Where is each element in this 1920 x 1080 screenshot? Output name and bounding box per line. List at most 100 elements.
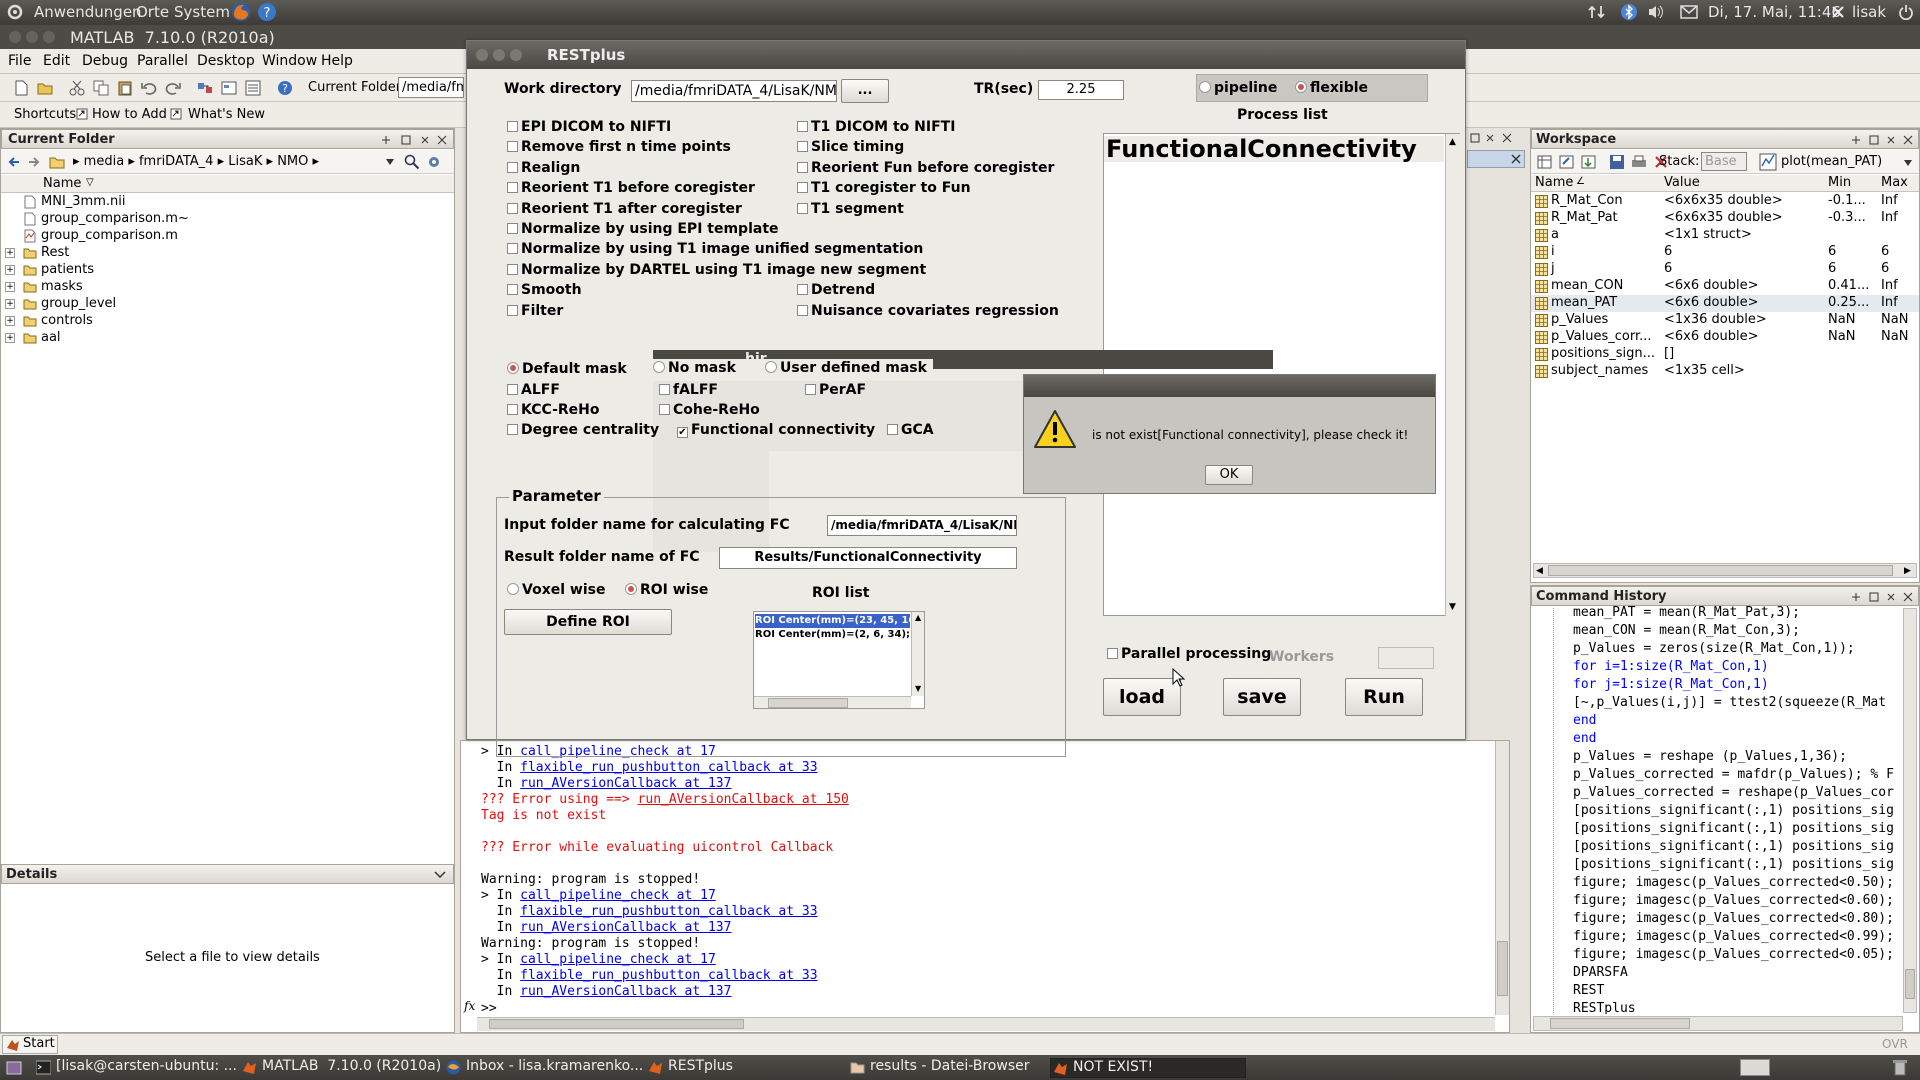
history-item[interactable]: p_Values_corrected = mafdr(p_Values); % … — [1573, 766, 1894, 784]
crumb[interactable]: media — [84, 154, 125, 169]
list-item[interactable]: group_comparison.m — [1, 228, 451, 245]
workspace-switcher[interactable] — [1740, 1059, 1770, 1076]
window-buttons[interactable] — [475, 48, 527, 62]
window-buttons[interactable] — [8, 30, 60, 44]
callback-link[interactable]: call_pipeline_check at 17 — [520, 952, 716, 967]
scroll-thumb[interactable] — [768, 698, 848, 708]
forward-icon[interactable] — [27, 155, 41, 169]
preprocess-checkbox[interactable]: EPI DICOM to NIFTI — [507, 119, 671, 135]
metric-falff[interactable]: fALFF — [659, 382, 718, 398]
preprocess-checkbox[interactable]: Slice timing — [797, 139, 904, 155]
history-item[interactable]: p_Values = zeros(size(R_Mat_Con,1)); — [1573, 640, 1855, 658]
scroll-down-icon[interactable]: ▼ — [1449, 602, 1456, 612]
panel-controls-icon[interactable] — [380, 134, 450, 146]
callback-link[interactable]: run_AVersionCallback at 137 — [520, 984, 731, 999]
parallel-processing-checkbox[interactable]: Parallel processing — [1107, 646, 1271, 662]
help-icon[interactable]: ? — [256, 1, 278, 23]
col-min[interactable]: Min — [1828, 175, 1851, 190]
history-item[interactable]: [positions_significant(:,1) positions_si… — [1573, 820, 1894, 838]
col-value[interactable]: Value — [1664, 175, 1700, 190]
expand-icon[interactable]: + — [5, 333, 15, 343]
redo-icon[interactable] — [164, 79, 182, 97]
callback-link[interactable]: flaxible_run_pushbutton_callback at 33 — [520, 968, 817, 983]
task-not-exist[interactable]: NOT EXIST! — [1050, 1058, 1246, 1078]
save-workspace-icon[interactable] — [1609, 154, 1625, 170]
task-thunderbird[interactable]: Inbox - lisa.kramarenko... — [444, 1058, 643, 1078]
load-button[interactable]: load — [1103, 678, 1181, 716]
expand-icon[interactable]: + — [5, 282, 15, 292]
roi-list[interactable]: ROI Center(mm)=(23, 45, 16); ROI Center(… — [753, 611, 925, 709]
preprocess-checkbox[interactable]: T1 segment — [797, 201, 904, 217]
breadcrumb[interactable]: ▸ media ▸ fmriDATA_4 ▸ LisaK ▸ NMO ▸ — [73, 154, 319, 169]
how-to-add-link[interactable]: How to Add — [92, 107, 167, 122]
trash-icon[interactable] — [1892, 1058, 1908, 1076]
expand-icon[interactable]: + — [5, 248, 15, 258]
history-item[interactable]: for j=1:size(R_Mat_Con,1) — [1573, 676, 1769, 694]
list-item[interactable]: + masks — [1, 279, 451, 296]
bluetooth-icon[interactable] — [1620, 3, 1638, 21]
preprocess-checkbox[interactable]: T1 coregister to Fun — [797, 180, 971, 196]
menu-anwendungen[interactable]: Anwendungen — [34, 3, 142, 21]
clock[interactable]: Di, 17. Mai, 11:46 — [1708, 3, 1841, 21]
preprocess-checkbox[interactable]: Nuisance covariates regression — [797, 303, 1059, 319]
chevron-down-icon[interactable] — [385, 158, 395, 166]
table-row[interactable]: p_Values_corr... <6x6 double> NaN NaN — [1531, 329, 1919, 346]
history-hscroll[interactable] — [1533, 1016, 1903, 1031]
print-icon[interactable] — [1631, 154, 1647, 170]
table-row[interactable]: i 6 6 6 — [1531, 244, 1919, 261]
roi-item[interactable]: ROI Center(mm)=(2, 6, 34); Ra — [755, 628, 910, 642]
history-item[interactable]: p_Values = reshape (p_Values,1,36); — [1573, 748, 1847, 766]
simulink-icon[interactable] — [196, 79, 214, 97]
help-circle-icon[interactable]: ? — [276, 79, 294, 97]
table-row[interactable]: j 6 6 6 — [1531, 261, 1919, 278]
history-item[interactable]: mean_CON = mean(R_Mat_Con,3); — [1573, 622, 1800, 640]
command-prompt[interactable]: >> — [481, 1001, 497, 1016]
col-max[interactable]: Max — [1881, 175, 1908, 190]
table-row[interactable]: mean_PAT <6x6 double> 0.25... Inf — [1531, 295, 1919, 312]
define-roi-button[interactable]: Define ROI — [504, 609, 672, 635]
menu-help[interactable]: Help — [321, 53, 353, 69]
menu-debug[interactable]: Debug — [82, 53, 128, 69]
alert-titlebar[interactable] — [1024, 375, 1435, 397]
chevron-down-icon[interactable] — [434, 871, 446, 879]
table-row[interactable]: R_Mat_Con <6x6x35 double> -0.1... Inf — [1531, 193, 1919, 210]
table-row[interactable]: mean_CON <6x6 double> 0.41... Inf — [1531, 278, 1919, 295]
table-row[interactable]: subject_names <1x35 cell> — [1531, 363, 1919, 380]
new-file-icon[interactable] — [12, 79, 30, 97]
table-row[interactable]: p_Values <1x36 double> NaN NaN — [1531, 312, 1919, 329]
plot-icon[interactable] — [1759, 153, 1777, 171]
command-hscroll[interactable] — [477, 1017, 1495, 1031]
cut-icon[interactable] — [68, 79, 86, 97]
list-item[interactable]: group_comparison.m~ — [1, 211, 451, 228]
network-icon[interactable] — [1588, 4, 1606, 20]
table-row[interactable]: positions_sign... [] — [1531, 346, 1919, 363]
crumb[interactable]: LisaK — [228, 154, 262, 169]
expand-icon[interactable]: + — [5, 316, 15, 326]
chevron-down-icon[interactable] — [1903, 159, 1913, 167]
metric-alff[interactable]: ALFF — [507, 382, 560, 398]
fx-icon[interactable]: fx — [464, 999, 475, 1013]
metric-degree-centrality[interactable]: Degree centrality — [507, 422, 659, 438]
mode-flexible-radio[interactable]: flexible — [1295, 80, 1368, 96]
metric-gca[interactable]: GCA — [887, 422, 934, 438]
workspace-hscroll[interactable]: ◀ ▶ — [1533, 563, 1917, 578]
user-mask-radio[interactable]: User defined mask — [765, 360, 927, 376]
history-item[interactable]: mean_PAT = mean(R_Mat_Pat,3); — [1573, 604, 1800, 622]
menu-edit[interactable]: Edit — [43, 53, 70, 69]
callback-link[interactable]: call_pipeline_check at 17 — [520, 888, 716, 903]
default-mask-radio[interactable]: Default mask — [507, 361, 627, 377]
list-item[interactable]: + group_level — [1, 296, 451, 313]
menu-orte[interactable]: Orte — [136, 3, 169, 21]
history-item[interactable]: DPARSFA — [1573, 964, 1628, 982]
voxel-wise-radio[interactable]: Voxel wise — [507, 582, 605, 598]
expand-icon[interactable]: + — [5, 299, 15, 309]
roi-hscroll[interactable] — [754, 696, 911, 708]
list-item[interactable]: MNI_3mm.nii — [1, 194, 451, 211]
menu-file[interactable]: File — [8, 53, 31, 69]
table-row[interactable]: a <1x1 struct> — [1531, 227, 1919, 244]
preprocess-checkbox[interactable]: Normalize by using EPI template — [507, 221, 779, 237]
scroll-thumb[interactable] — [489, 1019, 744, 1029]
list-item[interactable]: + Rest — [1, 245, 451, 262]
menu-parallel[interactable]: Parallel — [137, 53, 188, 69]
new-variable-icon[interactable] — [1537, 154, 1553, 170]
